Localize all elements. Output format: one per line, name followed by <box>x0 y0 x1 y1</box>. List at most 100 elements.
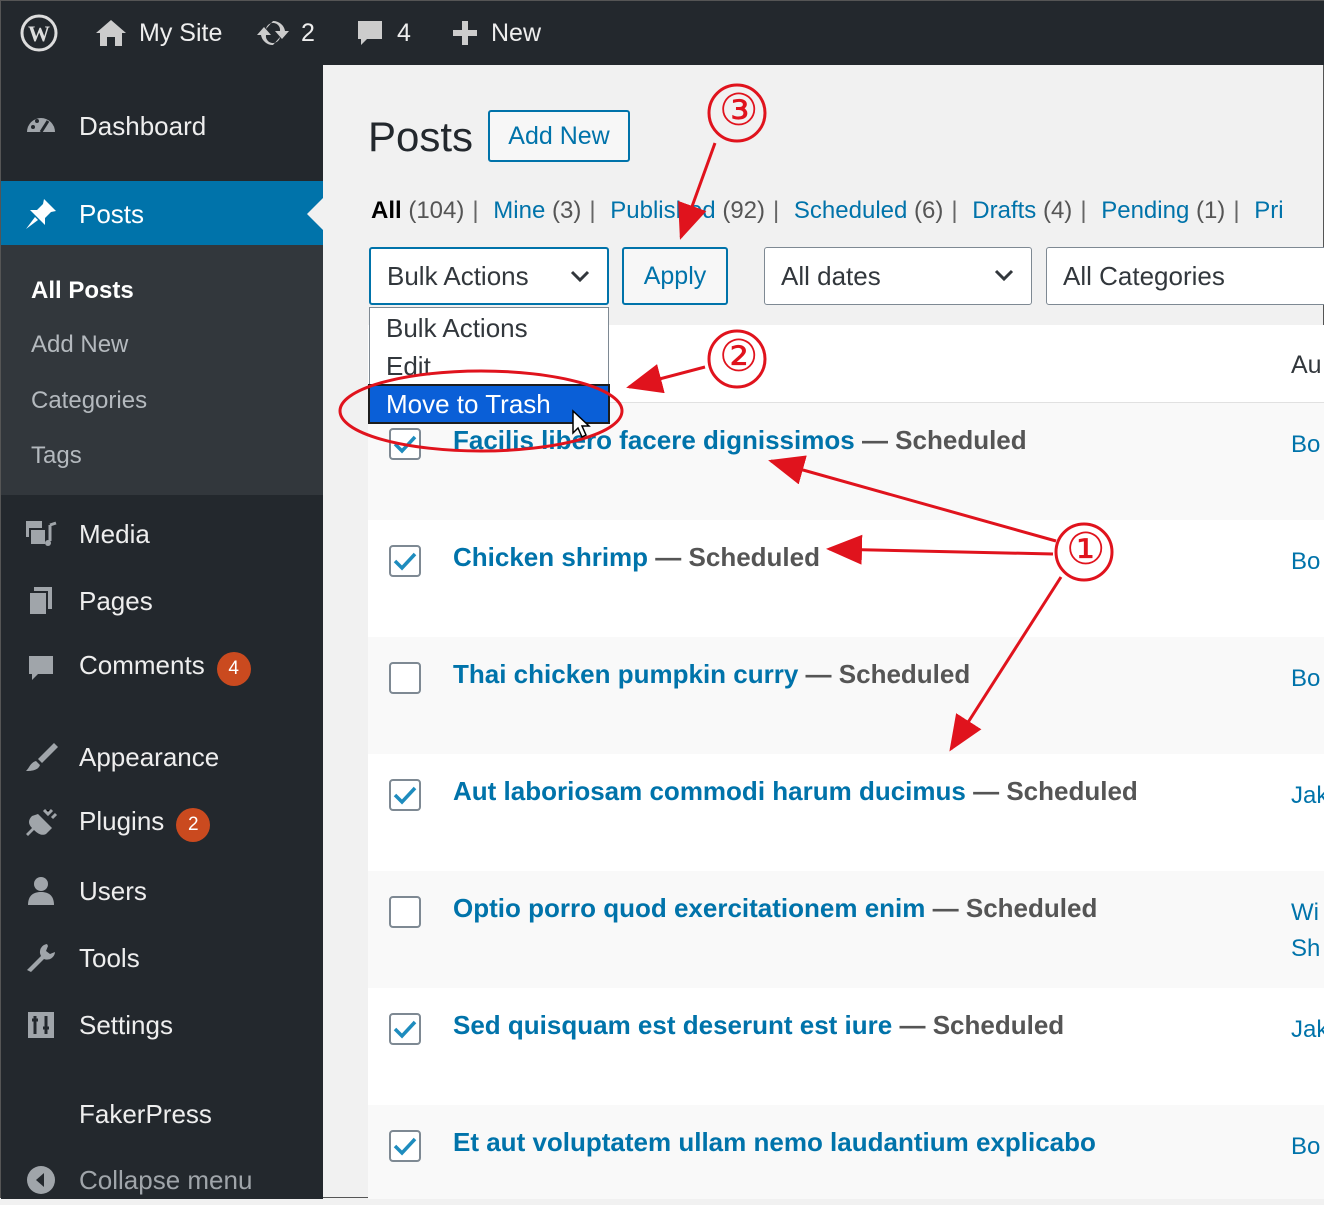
post-status-filters: All (104) | Mine (3) | Published (92) | Sch… <box>371 197 1284 224</box>
admin-menu: Dashboard Posts All Posts Add New Catego… <box>1 65 323 1199</box>
post-state: — Scheduled <box>899 1010 1065 1040</box>
post-title-link[interactable]: Chicken shrimp <box>453 542 648 572</box>
post-state: — Scheduled <box>932 893 1098 923</box>
new-label: New <box>491 18 542 47</box>
settings-icon <box>23 1007 59 1043</box>
wordpress-logo-icon[interactable]: W <box>19 1 59 65</box>
dashboard-icon <box>23 108 59 144</box>
paintbrush-icon <box>23 739 59 775</box>
post-title-link[interactable]: Et aut voluptatem ullam nemo laudantium … <box>453 1127 1096 1157</box>
post-title-cell: Aut laboriosam commodi harum ducimus — S… <box>453 776 1138 807</box>
updates-count: 2 <box>301 18 315 47</box>
menu-dashboard[interactable]: Dashboard <box>1 101 323 151</box>
checkmark-icon <box>393 1137 417 1156</box>
filter-mine[interactable]: Mine <box>493 197 545 224</box>
step-2-number: ② <box>719 331 759 382</box>
site-name-link[interactable]: My Site <box>95 1 222 65</box>
users-icon <box>23 873 59 909</box>
post-author-link[interactable]: Jak <box>1291 778 1324 814</box>
post-title-cell: Chicken shrimp — Scheduled <box>453 542 820 573</box>
new-content-link[interactable]: New <box>451 1 541 65</box>
menu-media[interactable]: Media <box>1 509 323 559</box>
post-title-link[interactable]: Sed quisquam est deserunt est iure <box>453 1010 892 1040</box>
post-title-link[interactable]: Aut laboriosam commodi harum ducimus <box>453 776 966 806</box>
comment-icon <box>358 21 382 45</box>
table-row: Chicken shrimp — Scheduled Bo <box>368 520 1324 637</box>
option-move-to-trash[interactable]: Move to Trash <box>368 384 610 424</box>
post-author-link[interactable]: Wi Sh <box>1291 895 1320 967</box>
row-checkbox[interactable] <box>389 896 421 928</box>
filter-drafts[interactable]: Drafts <box>972 197 1036 224</box>
post-author-link[interactable]: Bo <box>1291 544 1320 580</box>
site-name: My Site <box>139 18 223 47</box>
menu-appearance[interactable]: Appearance <box>1 732 323 782</box>
table-row: Thai chicken pumpkin curry — Scheduled Bo <box>368 637 1324 754</box>
table-row: Aut laboriosam commodi harum ducimus — S… <box>368 754 1324 871</box>
submenu-tags[interactable]: Tags <box>31 442 82 470</box>
filter-scheduled[interactable]: Scheduled <box>794 197 907 224</box>
filter-all[interactable]: All <box>371 197 402 224</box>
apply-button[interactable]: Apply <box>622 247 728 305</box>
posts-table: Au Facilis libero facere dignissimos — S… <box>368 325 1324 1199</box>
option-edit[interactable]: Edit <box>370 348 608 384</box>
post-title-link[interactable]: Thai chicken pumpkin curry <box>453 659 798 689</box>
chevron-down-icon <box>994 269 1014 282</box>
submenu-categories[interactable]: Categories <box>31 387 147 415</box>
comments-link[interactable]: 4 <box>355 1 411 65</box>
row-checkbox[interactable] <box>389 1013 421 1045</box>
post-state: — Scheduled <box>805 659 971 689</box>
filter-pending[interactable]: Pending <box>1101 197 1189 224</box>
admin-bar: W My Site 2 4 New <box>1 1 1324 65</box>
submenu-add-new[interactable]: Add New <box>31 331 128 359</box>
filter-published[interactable]: Published <box>610 197 715 224</box>
post-title-link[interactable]: Facilis libero facere dignissimos <box>453 425 855 455</box>
date-filter-select[interactable]: All dates <box>764 247 1032 305</box>
row-checkbox[interactable] <box>389 428 421 460</box>
date-filter-value: All dates <box>781 260 881 291</box>
post-author-link[interactable]: Jak <box>1291 1012 1324 1048</box>
submenu-all-posts[interactable]: All Posts <box>31 277 134 305</box>
pushpin-icon <box>23 196 59 232</box>
post-state: — Scheduled <box>973 776 1138 806</box>
page-title: Posts <box>368 113 474 160</box>
post-title-link[interactable]: Optio porro quod exercitationem enim <box>453 893 925 923</box>
post-title-cell: Et aut voluptatem ullam nemo laudantium … <box>453 1127 1096 1158</box>
post-author-link[interactable]: Bo <box>1291 1129 1320 1165</box>
author-column-header[interactable]: Au <box>1291 351 1322 380</box>
bulk-actions-value: Bulk Actions <box>387 260 529 291</box>
post-state: — Scheduled <box>655 542 820 572</box>
menu-settings[interactable]: Settings <box>1 1000 323 1050</box>
step-3-number: ③ <box>719 85 759 136</box>
menu-plugins[interactable]: Plugins 2 <box>1 799 323 849</box>
menu-posts[interactable]: Posts <box>1 181 323 247</box>
option-bulk-actions[interactable]: Bulk Actions <box>370 310 608 346</box>
main-content: Posts Add New All (104) | Mine (3) | Publi… <box>323 65 1324 1199</box>
checkmark-icon <box>393 435 417 454</box>
row-checkbox[interactable] <box>389 545 421 577</box>
bulk-actions-select[interactable]: Bulk Actions <box>369 247 609 305</box>
checkmark-icon <box>393 552 417 571</box>
menu-tools[interactable]: Tools <box>1 933 323 983</box>
collapse-arrow-icon <box>23 1162 59 1198</box>
row-checkbox[interactable] <box>389 1130 421 1162</box>
row-checkbox[interactable] <box>389 662 421 694</box>
filter-private[interactable]: Pri <box>1254 197 1283 224</box>
add-new-button[interactable]: Add New <box>488 110 630 162</box>
row-checkbox[interactable] <box>389 779 421 811</box>
updates-link[interactable]: 2 <box>257 1 315 65</box>
category-filter-value: All Categories <box>1063 260 1225 291</box>
media-icon <box>23 516 59 552</box>
plugin-icon <box>23 806 59 842</box>
post-author-link[interactable]: Bo <box>1291 661 1320 697</box>
pages-icon <box>23 583 59 619</box>
menu-fakerpress[interactable]: FakerPress <box>1 1089 323 1139</box>
bulk-actions-dropdown: Bulk Actions Edit Move to Trash <box>368 307 610 424</box>
menu-comments[interactable]: Comments 4 <box>1 643 323 693</box>
checkmark-icon <box>393 786 417 805</box>
wrench-icon <box>23 940 59 976</box>
menu-users[interactable]: Users <box>1 866 323 916</box>
plus-icon <box>453 21 477 45</box>
category-filter-select[interactable]: All Categories <box>1046 247 1324 305</box>
menu-pages[interactable]: Pages <box>1 576 323 626</box>
post-author-link[interactable]: Bo <box>1291 427 1320 463</box>
